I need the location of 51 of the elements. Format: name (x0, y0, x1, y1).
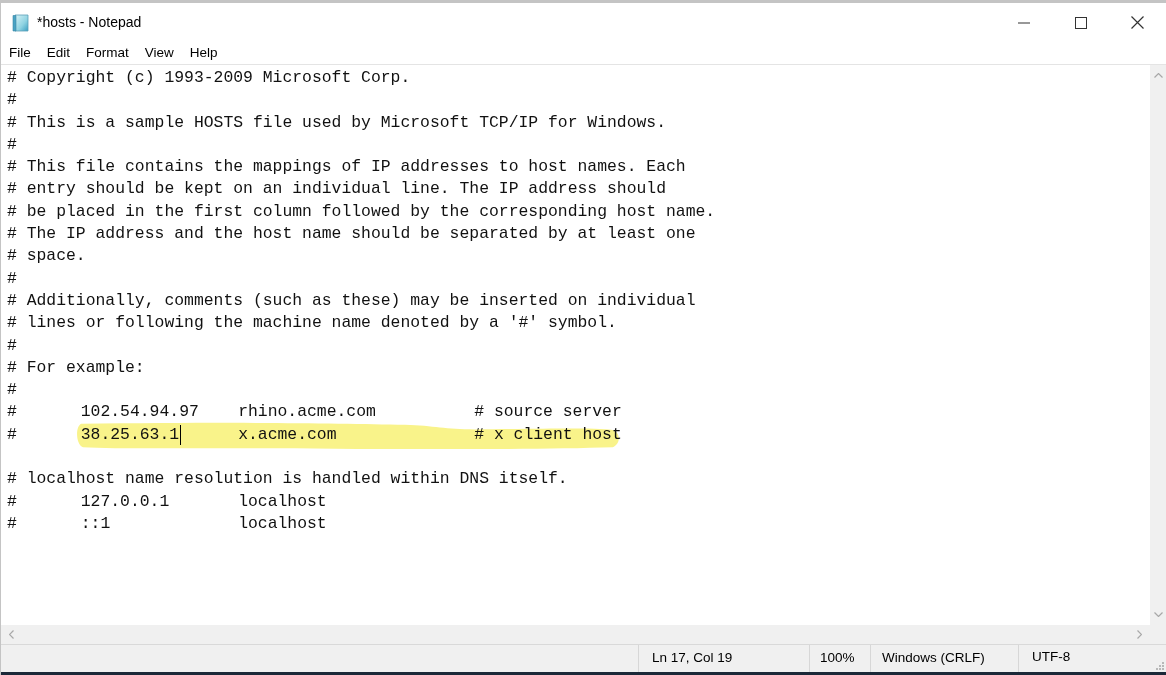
scroll-up-icon[interactable] (1153, 73, 1163, 78)
cursor-position: Ln 17, Col 19 (652, 649, 733, 668)
ip-address: ::1 (80, 512, 111, 535)
text-line: # (7, 334, 17, 357)
maximize-icon (1074, 16, 1087, 29)
notepad-icon (12, 13, 29, 32)
encoding: UTF-8 (1032, 648, 1071, 667)
comment: # x client host (474, 423, 622, 446)
horizontal-scrollbar[interactable] (1, 625, 1150, 645)
host-name: localhost (238, 512, 327, 535)
host-name: x.acme.com (238, 423, 337, 446)
text-line: # localhost name resolution is handled within DNS itself. (7, 468, 568, 491)
close-icon (1131, 16, 1144, 29)
text-line: # lines or following the machine name denoted by a '#' symbol. (7, 312, 617, 335)
menu-item[interactable]: Format (78, 42, 137, 64)
ip-address: 102.54.94.97 (80, 401, 199, 424)
hash-mark: # (7, 423, 17, 446)
window-title: *hosts - Notepad (37, 13, 142, 32)
menu-item[interactable]: View (136, 42, 182, 64)
scroll-right-icon[interactable] (1137, 630, 1142, 639)
scroll-down-icon[interactable] (1153, 612, 1163, 617)
resize-grip-icon[interactable] (1156, 662, 1164, 670)
text-line: # This file contains the mappings of IP addresses to host names. Each (7, 156, 686, 179)
vertical-scrollbar[interactable] (1150, 65, 1166, 625)
menu-item[interactable]: Help (181, 42, 226, 64)
hash-mark: # (7, 490, 17, 513)
text-line: # be placed in the first column followed by the corresponding host name. (7, 200, 716, 223)
hash-mark: # (7, 401, 17, 424)
zoom-level: 100% (820, 649, 855, 668)
text-line: # For example: (7, 356, 145, 379)
minimize-icon (1017, 21, 1030, 24)
comment: # source server (474, 401, 622, 424)
menu-item[interactable]: File (1, 42, 39, 64)
ip-address: 38.25.63.1 (80, 423, 180, 446)
text-line: # (7, 267, 17, 290)
text-line: # (7, 379, 17, 402)
hash-mark: # (7, 512, 17, 535)
menu-item[interactable]: Edit (38, 42, 79, 64)
text-line: # entry should be kept on an individual line. The IP address should (7, 178, 666, 201)
ip-address: 127.0.0.1 (80, 490, 170, 513)
line-ending: Windows (CRLF) (882, 649, 985, 668)
text-line: # (7, 133, 17, 156)
text-line: # This is a sample HOSTS file used by Microsoft TCP/IP for Windows. (7, 111, 666, 134)
text-line: # space. (7, 245, 86, 268)
text-line: # Additionally, comments (such as these) may be inserted on individual (7, 289, 696, 312)
text-line: # Copyright (c) 1993-2009 Microsoft Corp. (7, 67, 411, 89)
text-line: # The IP address and the host name should be separated by at least one (7, 223, 696, 246)
host-name: localhost (238, 490, 327, 513)
host-name: rhino.acme.com (238, 401, 376, 424)
scroll-left-icon[interactable] (9, 630, 14, 639)
text-line: # (7, 89, 17, 112)
